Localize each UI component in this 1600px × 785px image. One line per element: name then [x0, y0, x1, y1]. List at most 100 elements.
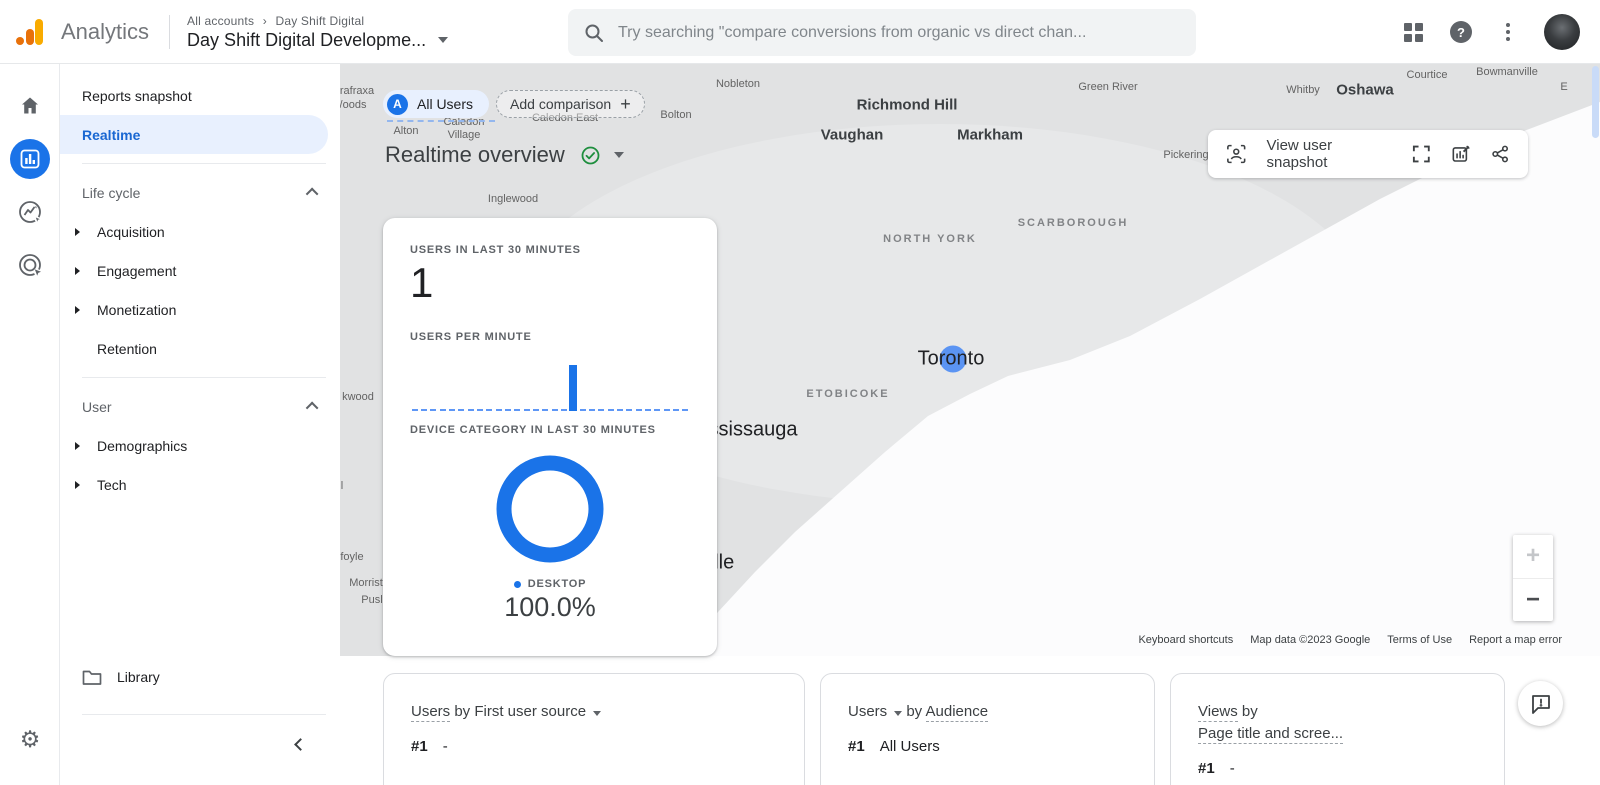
chevron-up-icon [305, 187, 319, 201]
view-user-snapshot-label[interactable]: View user snapshot [1267, 137, 1389, 171]
per-minute-slot-24 [634, 408, 643, 411]
device-legend: DESKTOP [410, 578, 690, 590]
property-title[interactable]: Day Shift Digital Developme... [187, 30, 426, 51]
mini-card-3: Views by Page title and scree... #1- [1170, 673, 1505, 785]
mini-card-1: Users by First user source #1- [383, 673, 805, 785]
title-text: by First user source [450, 703, 587, 720]
map-zoom-control: + − [1513, 535, 1553, 621]
per-minute-slot-10 [503, 408, 512, 411]
per-minute-slot-3 [438, 408, 447, 411]
breadcrumb-account[interactable]: Day Shift Digital [275, 14, 364, 28]
data-quality-check-icon[interactable] [581, 146, 600, 165]
expand-triangle-icon[interactable] [75, 480, 97, 489]
search-input[interactable] [618, 23, 1180, 42]
nav-explore-icon[interactable] [10, 192, 50, 232]
caret-down-icon[interactable] [593, 711, 602, 716]
per-minute-slot-28 [671, 408, 680, 411]
expand-triangle-icon[interactable] [75, 266, 97, 275]
mini-card-title[interactable]: Users by Audience [848, 701, 1128, 723]
map-label-ssissauga: ssissauga [708, 418, 798, 441]
per-minute-slot-5 [457, 408, 466, 411]
users-per-minute-label: USERS PER MINUTE [410, 331, 532, 343]
realtime-mini-cards: Users by First user source #1- Users by Au… [383, 673, 1505, 785]
mini-card-title[interactable]: Users by First user source [411, 701, 778, 723]
kebab-menu-icon[interactable] [1499, 23, 1517, 41]
map-label-etobicoke: ETOBICOKE [806, 388, 890, 400]
map-label-courtice: Courtice [1406, 69, 1448, 81]
expand-triangle-icon[interactable] [75, 227, 97, 236]
sidebar-section-life-cycle[interactable]: Life cycle [60, 173, 340, 212]
sidebar-collapse-button[interactable] [286, 730, 314, 758]
rank-number: #1 [1198, 760, 1215, 777]
map-label-rafraxa: rafraxa [340, 85, 375, 97]
title-text: by [902, 703, 926, 720]
map-attribution-keyboard-shortcuts[interactable]: Keyboard shortcuts [1138, 634, 1233, 646]
insights-edit-icon[interactable] [1451, 143, 1472, 165]
feedback-button[interactable] [1518, 681, 1563, 726]
sidebar-item-label: Acquisition [97, 223, 165, 240]
add-comparison-label: Add comparison [510, 96, 612, 112]
property-switcher-caret-icon[interactable] [438, 37, 449, 43]
user-snapshot-icon[interactable] [1226, 143, 1247, 165]
share-icon[interactable] [1491, 144, 1510, 164]
device-category-donut [410, 450, 690, 568]
map-zoom-out-button[interactable]: − [1513, 577, 1553, 622]
nav-advertising-icon[interactable] [10, 245, 50, 285]
sidebar-item-realtime[interactable]: Realtime [60, 115, 328, 154]
per-minute-slot-7 [475, 408, 484, 411]
all-users-comparison-chip[interactable]: A All Users [383, 90, 496, 122]
per-minute-slot-0 [410, 408, 419, 411]
map-attribution-map-data-2023-google: Map data ©2023 Google [1250, 634, 1371, 646]
per-minute-slot-11 [513, 408, 522, 411]
sidebar-item-demographics[interactable]: Demographics [60, 426, 340, 465]
nav-home-icon[interactable] [10, 86, 50, 126]
map-attribution-terms-of-use[interactable]: Terms of Use [1387, 634, 1452, 646]
per-minute-slot-17 [569, 365, 578, 411]
breadcrumb[interactable]: All accounts › Day Shift Digital Day Shi… [187, 14, 449, 51]
nav-reports-icon[interactable] [9, 139, 50, 179]
dimension-selector[interactable]: Users [411, 703, 451, 722]
admin-gear-icon[interactable]: ⚙ [0, 726, 60, 753]
sidebar-item-reports-snapshot[interactable]: Reports snapshot [60, 76, 340, 115]
dimension-selector[interactable]: Page title and scree... [1198, 725, 1344, 744]
analytics-logo[interactable]: Analytics All accounts › Day Shift Digit… [16, 0, 449, 64]
map-label-pusl: Pusl [361, 594, 383, 606]
mini-card-title[interactable]: Views by Page title and scree... [1198, 701, 1478, 745]
dimension-selector[interactable]: Views [1198, 703, 1238, 722]
sidebar-item-retention[interactable]: Retention [60, 329, 340, 368]
expand-triangle-icon[interactable] [75, 305, 97, 314]
add-comparison-button[interactable]: Add comparison + [496, 90, 645, 118]
expand-triangle-icon[interactable] [75, 441, 97, 450]
map-attribution-report-a-map-error[interactable]: Report a map error [1469, 634, 1562, 646]
apps-grid-icon[interactable] [1404, 22, 1423, 42]
sidebar-item-acquisition[interactable]: Acquisition [60, 212, 340, 251]
per-minute-slot-16 [559, 408, 568, 411]
global-search[interactable] [568, 9, 1196, 56]
breadcrumb-all-accounts[interactable]: All accounts [187, 14, 254, 28]
sidebar-item-library[interactable]: Library [60, 657, 340, 697]
map-label-nobleton: Nobleton [715, 78, 761, 90]
users-30min-label: USERS IN LAST 30 MINUTES [410, 244, 581, 256]
caret-down-icon[interactable] [894, 711, 903, 716]
chevron-left-icon [293, 737, 307, 751]
sidebar-section-label: User [82, 398, 112, 415]
per-minute-slot-13 [531, 408, 540, 411]
sidebar-section-user[interactable]: User [60, 387, 340, 426]
scrollbar-thumb[interactable] [1592, 66, 1599, 138]
sidebar-item-engagement[interactable]: Engagement [60, 251, 340, 290]
title-caret-icon[interactable] [613, 152, 624, 158]
map-zoom-in-button[interactable]: + [1513, 535, 1553, 578]
analytics-logo-icon [16, 17, 46, 47]
map-label-foyle: foyle [340, 551, 364, 563]
help-icon[interactable]: ? [1450, 21, 1472, 43]
rank-row: #1 All Users [848, 738, 1128, 755]
sidebar-item-tech[interactable]: Tech [60, 465, 340, 504]
folder-icon [82, 670, 102, 685]
sidebar-item-monetization[interactable]: Monetization [60, 290, 340, 329]
avatar[interactable] [1544, 14, 1580, 50]
map-label-alton: Alton [393, 125, 419, 137]
sidebar-item-label: Engagement [97, 262, 177, 279]
title-text: Users [848, 703, 888, 720]
fullscreen-icon[interactable] [1412, 144, 1431, 164]
dimension-selector[interactable]: Audience [925, 703, 989, 722]
